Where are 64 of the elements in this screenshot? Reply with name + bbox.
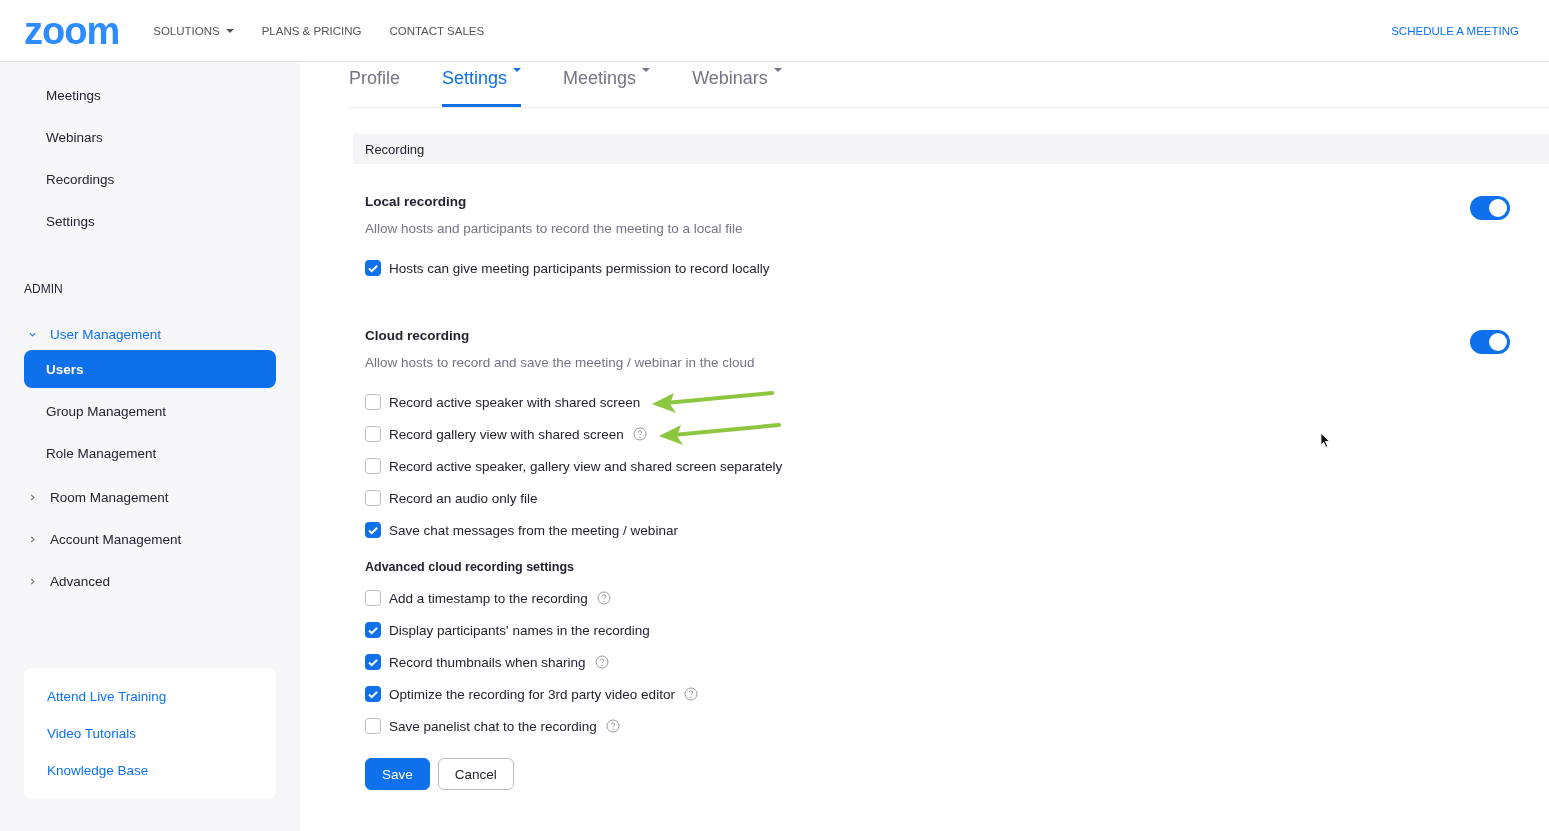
sidebar-item[interactable]: Group Management — [24, 392, 276, 430]
setting-title: Cloud recording — [365, 328, 471, 343]
tab[interactable]: Webinars — [692, 62, 782, 104]
schedule-meeting-link[interactable]: SCHEDULE A MEETING — [1391, 24, 1519, 37]
checkbox[interactable] — [365, 458, 381, 474]
section-heading: ADMIN — [24, 282, 64, 296]
checkbox[interactable] — [365, 490, 381, 506]
sidebar-group[interactable]: User Management — [24, 318, 276, 350]
option-label: Display participants' names in the recording — [389, 622, 650, 638]
option-label: Record thumbnails when sharing — [389, 654, 586, 670]
sidebar-item[interactable]: Users — [24, 350, 276, 388]
toggle-switch[interactable] — [1470, 196, 1510, 220]
checkbox[interactable] — [365, 590, 381, 606]
checkbox[interactable] — [365, 686, 381, 702]
nav-link[interactable]: CONTACT SALES — [389, 24, 485, 37]
sidebar-group[interactable]: Account Management — [24, 518, 276, 560]
tab[interactable]: Settings — [442, 62, 522, 107]
option-label: Record active speaker, gallery view and shared screen separately — [389, 458, 783, 474]
toggle-switch[interactable] — [1470, 330, 1510, 354]
help-link[interactable]: Video Tutorials — [47, 715, 253, 752]
nav-link[interactable]: PLANS & PRICING — [261, 24, 362, 37]
section-title: Recording — [353, 134, 1549, 164]
chevron-right-icon — [28, 492, 37, 502]
sidebar-item[interactable]: Recordings — [24, 160, 276, 198]
checkbox[interactable] — [365, 426, 381, 442]
tab[interactable]: Meetings — [563, 62, 651, 104]
help-icon[interactable] — [594, 655, 609, 669]
checkbox[interactable] — [365, 654, 381, 670]
sidebar-group[interactable]: Room Management — [24, 476, 276, 518]
help-icon[interactable] — [632, 427, 647, 441]
sidebar-item[interactable]: Meetings — [24, 76, 276, 114]
setting-title: Local recording — [365, 194, 468, 209]
save-button[interactable]: Save — [365, 758, 430, 790]
option-label: Record active speaker with shared screen — [389, 394, 641, 410]
help-link[interactable]: Attend Live Training — [47, 678, 253, 715]
option-label: Record an audio only file — [389, 490, 538, 506]
sidebar-group[interactable]: Advanced — [24, 560, 276, 602]
option-label: Save panelist chat to the recording — [389, 718, 597, 734]
chevron-right-icon — [28, 576, 37, 586]
checkbox[interactable] — [365, 522, 381, 538]
sidebar-item[interactable]: Role Management — [24, 434, 276, 472]
option-label: Add a timestamp to the recording — [389, 590, 588, 606]
cancel-button[interactable]: Cancel — [437, 758, 514, 790]
sidebar-item[interactable]: Webinars — [24, 118, 276, 156]
checkbox[interactable] — [365, 622, 381, 638]
mouse-cursor-icon — [1320, 432, 1331, 449]
help-icon[interactable] — [605, 719, 620, 733]
checkbox[interactable] — [365, 394, 381, 410]
option-label: Record gallery view with shared screen — [389, 426, 624, 442]
help-icon[interactable] — [596, 591, 611, 605]
checkbox[interactable] — [365, 260, 381, 276]
checkbox[interactable] — [365, 718, 381, 734]
option-label: Save chat messages from the meeting / webinar — [389, 522, 678, 538]
option-label: Hosts can give meeting participants permission to record locally — [389, 260, 770, 276]
help-link[interactable]: Knowledge Base — [47, 752, 253, 789]
tab[interactable]: Profile — [349, 62, 401, 104]
option-label: Optimize the recording for 3rd party video editor — [389, 686, 675, 702]
help-icon[interactable] — [683, 687, 698, 701]
chevron-right-icon — [28, 534, 37, 544]
setting-description: Allow hosts to record and save the meeting / webinar in the cloud — [365, 355, 755, 370]
nav-link[interactable]: SOLUTIONS — [153, 24, 234, 37]
subsection-heading: Advanced cloud recording settings — [365, 560, 576, 574]
setting-description: Allow hosts and participants to record the meeting to a local file — [365, 221, 743, 236]
sidebar-item[interactable]: Settings — [24, 202, 276, 240]
